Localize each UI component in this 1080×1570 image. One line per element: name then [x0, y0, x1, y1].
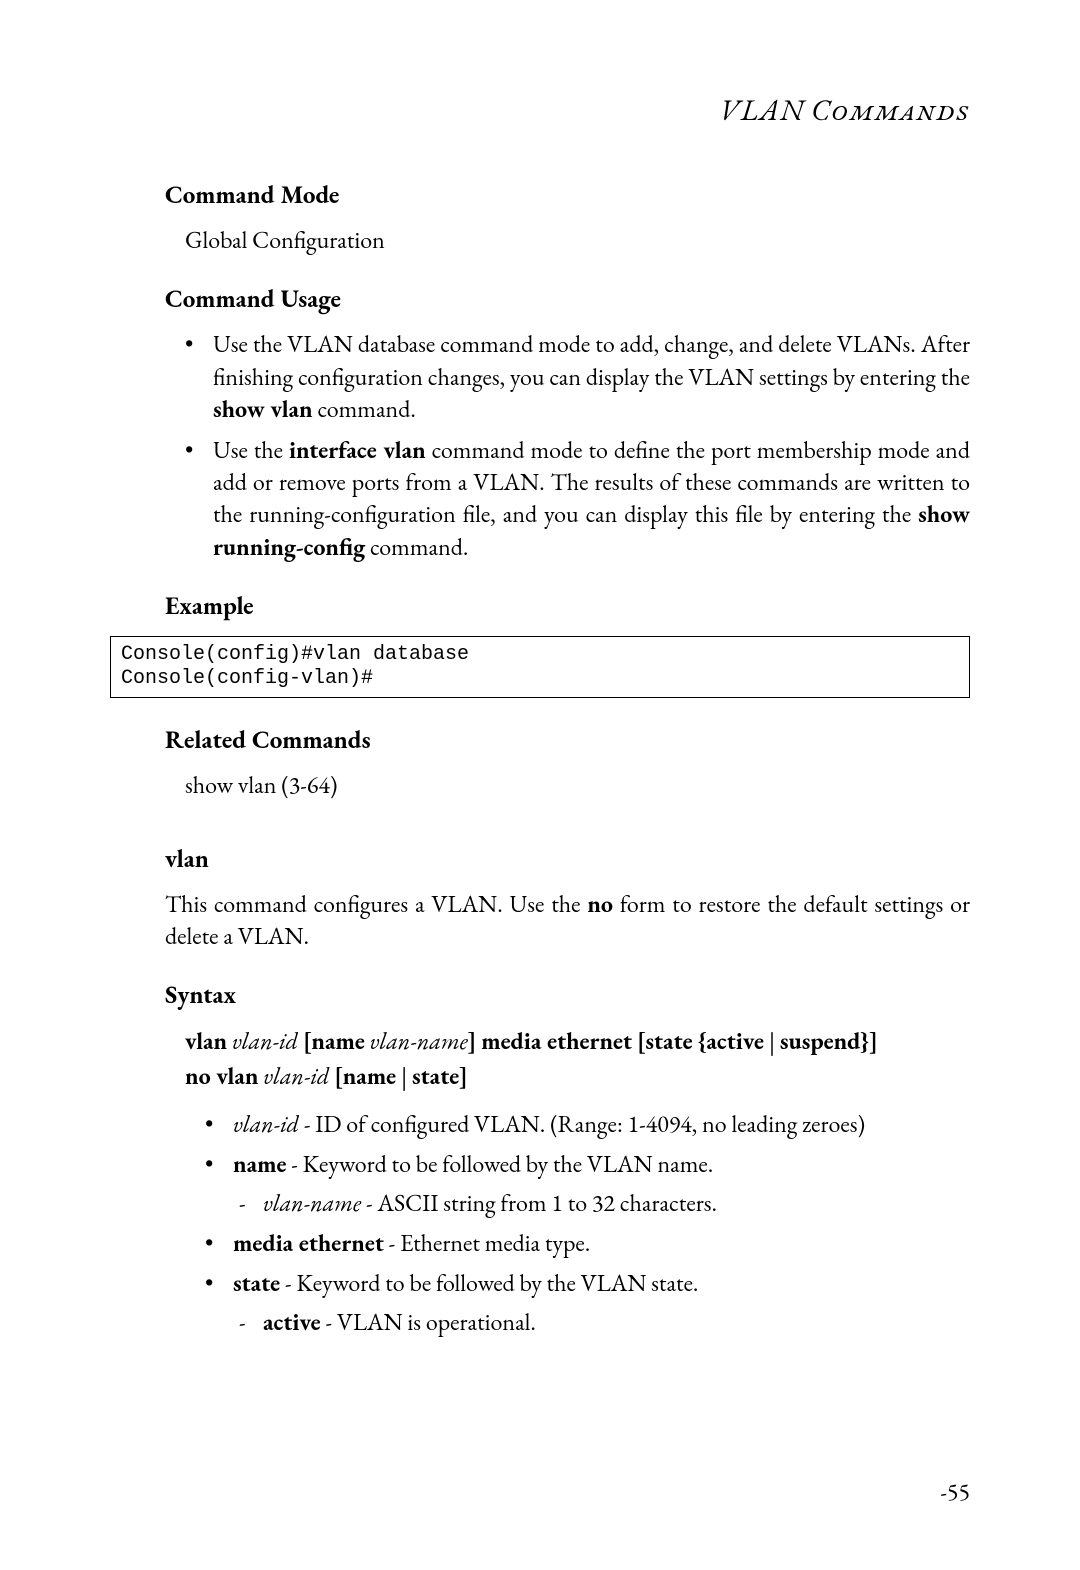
syntax-bracket: }] — [860, 1026, 878, 1057]
syntax-sep: | — [764, 1026, 780, 1057]
text-vlan-desc: This command configures a VLAN. Use the … — [165, 889, 970, 954]
text-segment: command. — [365, 532, 468, 563]
syntax-line-1: vlan vlan-id [name vlan-name] media ethe… — [185, 1025, 970, 1060]
list-item: Use the VLAN database command mode to ad… — [165, 329, 970, 426]
syntax-keyword: active — [706, 1026, 764, 1057]
syntax-line-2: no vlan vlan-id [name | state] — [185, 1060, 970, 1095]
sub-list: vlan-name - ASCII string from 1 to 32 ch… — [233, 1188, 970, 1220]
sub-list: active - VLAN is operational. — [233, 1307, 970, 1339]
page-header: VLAN Commands — [110, 90, 970, 129]
syntax-keyword: vlan — [185, 1026, 227, 1057]
code-example: Console(config)#vlan database Console(co… — [110, 636, 970, 698]
param-desc: - VLAN is operational. — [321, 1307, 536, 1338]
page-number: -55 — [940, 1477, 970, 1508]
list-item: active - VLAN is operational. — [233, 1307, 970, 1339]
heading-vlan: vlan — [165, 843, 970, 875]
text-segment: command. — [313, 394, 416, 425]
param-desc: - ID of configured VLAN. (Range: 1-4094,… — [299, 1109, 865, 1140]
text-segment: This command configures a VLAN. Use the — [165, 889, 587, 920]
heading-related-commands: Related Commands — [165, 724, 970, 756]
syntax-keyword: state — [645, 1026, 692, 1057]
syntax-bracket: [ — [334, 1061, 343, 1092]
param-name-italic: vlan-id — [233, 1109, 299, 1140]
list-syntax-params: vlan-id - ID of configured VLAN. (Range:… — [185, 1109, 970, 1339]
page: VLAN Commands Command Mode Global Config… — [0, 0, 1080, 1570]
heading-command-usage: Command Usage — [165, 283, 970, 315]
syntax-italic: vlan-name — [370, 1026, 468, 1057]
list-command-usage: Use the VLAN database command mode to ad… — [165, 329, 970, 564]
syntax-keyword: name — [343, 1061, 396, 1092]
syntax-keyword: no vlan — [185, 1061, 258, 1092]
param-name-bold: media ethernet — [233, 1228, 384, 1259]
text-bold: show vlan — [213, 394, 313, 425]
list-item: state - Keyword to be followed by the VL… — [185, 1268, 970, 1339]
list-item: Use the interface vlan command mode to d… — [165, 435, 970, 565]
param-desc: - Ethernet media type. — [384, 1228, 590, 1259]
syntax-lines: vlan vlan-id [name vlan-name] media ethe… — [185, 1025, 970, 1095]
list-item: name - Keyword to be followed by the VLA… — [185, 1149, 970, 1220]
param-desc: - Keyword to be followed by the VLAN sta… — [280, 1268, 698, 1299]
syntax-sep: | — [396, 1061, 412, 1092]
list-item: vlan-id - ID of configured VLAN. (Range:… — [185, 1109, 970, 1141]
page-content: Command Mode Global Configuration Comman… — [165, 179, 970, 1339]
syntax-italic: vlan-id — [263, 1061, 329, 1092]
syntax-bracket: ] — [468, 1026, 477, 1057]
text-command-mode: Global Configuration — [185, 225, 970, 257]
param-name-bold: state — [233, 1268, 280, 1299]
syntax-keyword: state — [412, 1061, 459, 1092]
syntax-italic: vlan-id — [232, 1026, 298, 1057]
syntax-keyword: name — [311, 1026, 364, 1057]
param-name-italic: vlan-name — [263, 1188, 361, 1219]
heading-syntax: Syntax — [165, 979, 970, 1011]
param-name-bold: name — [233, 1149, 286, 1180]
text-bold: no — [587, 889, 613, 920]
list-item: media ethernet - Ethernet media type. — [185, 1228, 970, 1260]
syntax-keyword: media ethernet — [481, 1026, 632, 1057]
text-bold: interface vlan — [289, 435, 426, 466]
heading-command-mode: Command Mode — [165, 179, 970, 211]
text-related-commands: show vlan (3-64) — [185, 770, 970, 802]
text-segment: Use the VLAN database command mode to ad… — [213, 329, 970, 392]
syntax-keyword: suspend — [780, 1026, 861, 1057]
list-item: vlan-name - ASCII string from 1 to 32 ch… — [233, 1188, 970, 1220]
param-desc: - ASCII string from 1 to 32 characters. — [361, 1188, 717, 1219]
heading-example: Example — [165, 590, 970, 622]
text-segment: Use the — [213, 435, 289, 466]
param-desc: - Keyword to be followed by the VLAN nam… — [286, 1149, 713, 1180]
syntax-bracket: ] — [459, 1061, 468, 1092]
param-name-bold: active — [263, 1307, 321, 1338]
